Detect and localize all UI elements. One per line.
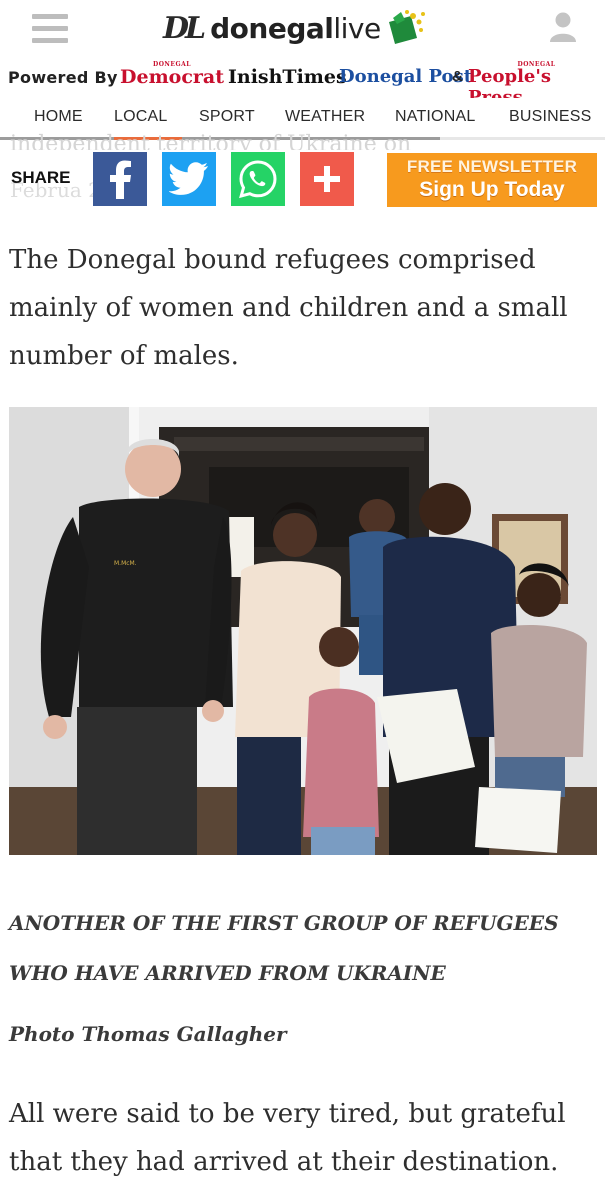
paper-peoples-press-kicker: DONEGAL bbox=[517, 61, 556, 68]
nav-home[interactable]: HOME bbox=[34, 108, 83, 126]
nav-sport[interactable]: SPORT bbox=[199, 108, 255, 126]
refugee-family-photo: M.McM. bbox=[9, 407, 597, 855]
paper-inishtimes-link[interactable]: InishTimes bbox=[228, 66, 347, 88]
partially-hidden-text: independent territory of Ukraine on bbox=[10, 132, 412, 150]
share-label: SHARE bbox=[11, 168, 71, 187]
photo-jacket-name: M.McM. bbox=[114, 560, 137, 567]
powered-by-label: Powered By bbox=[8, 68, 118, 87]
paper-democrat-kicker: DONEGAL bbox=[153, 61, 191, 68]
nav-national[interactable]: NATIONAL bbox=[395, 108, 475, 126]
nav-weather[interactable]: WEATHER bbox=[285, 108, 365, 126]
article-paragraph: The Donegal bound refugees comprised mai… bbox=[9, 245, 568, 371]
photo-caption: ANOTHER OF THE FIRST GROUP OF REFUGEES W… bbox=[9, 911, 559, 985]
whatsapp-icon bbox=[239, 160, 277, 199]
donegal-flag-icon bbox=[388, 10, 425, 44]
newsletter-line1: FREE NEWSLETTER bbox=[406, 157, 578, 176]
article-paragraph-2: All were said to be very tired, but grat… bbox=[9, 1099, 566, 1177]
paper-democrat-name: Democrat bbox=[120, 66, 225, 88]
logo-text-donegal: donegal bbox=[210, 11, 334, 45]
share-facebook-button[interactable] bbox=[93, 152, 147, 206]
share-twitter-button[interactable] bbox=[162, 152, 216, 206]
nav-business[interactable]: BUSINESS bbox=[509, 108, 592, 126]
share-whatsapp-button[interactable] bbox=[231, 152, 285, 206]
hamburger-menu-icon[interactable] bbox=[32, 14, 68, 44]
twitter-icon bbox=[169, 162, 208, 195]
ampersand: & bbox=[452, 68, 463, 85]
paper-democrat-link[interactable]: DONEGAL Democrat bbox=[120, 61, 225, 88]
powered-by-bar: Powered By DONEGAL Democrat InishTimes D… bbox=[0, 58, 605, 108]
user-account-icon[interactable] bbox=[548, 10, 578, 42]
logo-text-live: live bbox=[333, 11, 381, 45]
nav-local[interactable]: LOCAL bbox=[114, 108, 167, 126]
plus-icon bbox=[314, 166, 340, 192]
site-header: DL donegallive bbox=[0, 0, 605, 58]
share-bar: SHARE FREE NEWSLETTER Sign Up Today bbox=[0, 150, 605, 210]
logo-mark: DL bbox=[163, 10, 206, 46]
facebook-icon bbox=[110, 160, 131, 199]
site-logo[interactable]: DL donegallive bbox=[163, 6, 429, 50]
logo-wordmark: donegallive bbox=[210, 12, 381, 45]
photo-credit: Photo Thomas Gallagher bbox=[9, 1022, 287, 1046]
newsletter-line2: Sign Up Today bbox=[419, 178, 565, 201]
share-more-button[interactable] bbox=[300, 152, 354, 206]
newsletter-signup-button[interactable]: FREE NEWSLETTER Sign Up Today bbox=[387, 153, 597, 207]
article-photo: M.McM. bbox=[9, 407, 597, 855]
